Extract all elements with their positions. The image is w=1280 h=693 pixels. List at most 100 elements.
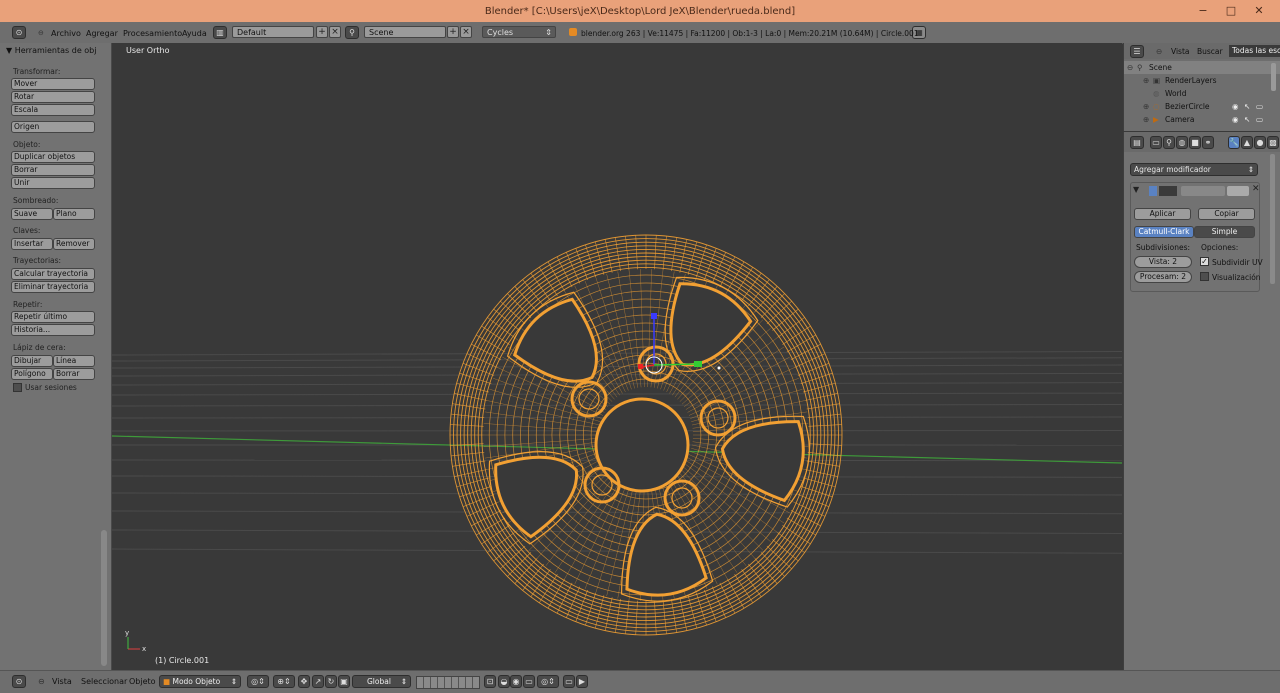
- outliner-view-menu[interactable]: Vista: [1171, 47, 1190, 56]
- eye-icon[interactable]: ◉: [1232, 102, 1239, 111]
- remove-layout-button[interactable]: ×: [329, 26, 341, 38]
- use-sessions-checkbox[interactable]: [13, 383, 22, 392]
- object-menu[interactable]: Objeto: [129, 677, 156, 686]
- expand-icon[interactable]: ⊕: [1143, 102, 1149, 111]
- editor-type-icon[interactable]: ⊙: [12, 26, 26, 39]
- translate-manipulator-icon[interactable]: ↗: [312, 675, 324, 688]
- render-still-icon[interactable]: ▭: [563, 675, 575, 688]
- camera-render-icon[interactable]: ▭: [1256, 115, 1263, 124]
- modifier-visibility-toggles[interactable]: [1181, 186, 1225, 196]
- origin-button[interactable]: Origen: [11, 121, 95, 133]
- material-tab-icon[interactable]: ●: [1254, 136, 1266, 149]
- scale-button[interactable]: Escala: [11, 104, 95, 116]
- add-scene-button[interactable]: +: [447, 26, 459, 38]
- outliner-row-world[interactable]: ◍ World: [1124, 87, 1280, 100]
- expand-icon[interactable]: ⊕: [1143, 115, 1149, 124]
- select-menu[interactable]: Seleccionar: [81, 677, 127, 686]
- manipulator-toggle-icon[interactable]: ✥: [298, 675, 310, 688]
- texture-tab-icon[interactable]: ▩: [1267, 136, 1279, 149]
- outliner-row-camera[interactable]: ⊕ ▶ Camera ◉ ↖ ▭: [1124, 113, 1280, 126]
- subdivide-uv-checkbox[interactable]: ✓: [1200, 257, 1209, 266]
- screen-layout-field[interactable]: Default: [232, 26, 314, 38]
- view-levels-field[interactable]: Vista: 2: [1134, 256, 1192, 268]
- insert-key-button[interactable]: Insertar: [11, 238, 53, 250]
- editor-type-icon[interactable]: ⊙: [12, 675, 26, 688]
- 3d-viewport[interactable]: xy: [112, 43, 1122, 670]
- optimal-display-checkbox[interactable]: [1200, 272, 1209, 281]
- proportional-edit-select[interactable]: ◎⇕: [537, 675, 559, 688]
- collapse-menus-icon[interactable]: ⊖: [38, 677, 45, 686]
- outliner-editor-icon[interactable]: ☰: [1130, 45, 1144, 58]
- modifier-tab-icon[interactable]: 🔧: [1228, 136, 1240, 149]
- outliner-search-menu[interactable]: Buscar: [1197, 47, 1223, 56]
- move-button[interactable]: Mover: [11, 78, 95, 90]
- modifier-name-field[interactable]: [1159, 186, 1177, 196]
- outliner-scrollbar[interactable]: [1271, 63, 1276, 91]
- menu-agregar[interactable]: Agregar: [86, 29, 118, 38]
- snap-icon[interactable]: ◒: [498, 675, 510, 688]
- remove-key-button[interactable]: Remover: [53, 238, 95, 250]
- menu-ayuda[interactable]: Ayuda: [182, 29, 207, 38]
- render-levels-field[interactable]: Procesam: 2: [1134, 271, 1192, 283]
- rotate-button[interactable]: Rotar: [11, 91, 95, 103]
- maximize-button[interactable]: □: [1218, 2, 1244, 18]
- copy-button[interactable]: Copiar: [1198, 208, 1255, 220]
- polygon-button[interactable]: Polígono: [11, 368, 53, 380]
- pivot-point-select[interactable]: ⊕⇕: [273, 675, 295, 688]
- erase-button[interactable]: Borrar: [53, 368, 95, 380]
- outliner-row-scene[interactable]: ⊖ ⚲ Scene: [1124, 61, 1280, 74]
- join-button[interactable]: Unir: [11, 177, 95, 189]
- menu-archivo[interactable]: Archivo: [51, 29, 81, 38]
- outliner-row-renderlayers[interactable]: ⊕ ▣ RenderLayers: [1124, 74, 1280, 87]
- mode-select[interactable]: ■ Modo Objeto ⇕: [159, 675, 241, 688]
- history-button[interactable]: Historia...: [11, 324, 95, 336]
- simple-button[interactable]: Simple: [1194, 226, 1255, 238]
- cursor-icon[interactable]: ↖: [1244, 102, 1250, 111]
- cursor-icon[interactable]: ↖: [1244, 115, 1250, 124]
- layer-buttons[interactable]: [416, 676, 480, 689]
- screen-layout-icon[interactable]: ▥: [213, 26, 227, 39]
- calculate-path-button[interactable]: Calcular trayectoria: [11, 268, 95, 280]
- properties-scrollbar[interactable]: [1270, 154, 1275, 284]
- view-menu[interactable]: Vista: [52, 677, 72, 686]
- snap-element-icon[interactable]: ▭: [523, 675, 535, 688]
- delete-button[interactable]: Borrar: [11, 164, 95, 176]
- flat-button[interactable]: Plano: [53, 208, 95, 220]
- line-button[interactable]: Línea: [53, 355, 95, 367]
- menu-procesamiento[interactable]: Procesamiento: [123, 29, 182, 38]
- object-tab-icon[interactable]: ■: [1189, 136, 1201, 149]
- constraint-tab-icon[interactable]: ⚭: [1202, 136, 1214, 149]
- render-anim-icon[interactable]: ▶: [576, 675, 588, 688]
- add-layout-button[interactable]: +: [316, 26, 328, 38]
- rotate-manipulator-icon[interactable]: ↻: [325, 675, 337, 688]
- smooth-button[interactable]: Suave: [11, 208, 53, 220]
- modifier-move-arrows[interactable]: [1227, 186, 1249, 196]
- outliner-collapse-icon[interactable]: ⊖: [1156, 47, 1162, 56]
- wheel-mesh-wireframe[interactable]: [450, 235, 842, 635]
- outliner-row-beziercircle[interactable]: ⊕ ◌ BezierCircle ◉ ↖ ▭: [1124, 100, 1280, 113]
- lock-layers-icon[interactable]: ⊡: [484, 675, 496, 688]
- eye-icon[interactable]: ◉: [1232, 115, 1239, 124]
- expand-icon[interactable]: ⊕: [1143, 76, 1149, 85]
- expand-icon[interactable]: ⊖: [1127, 63, 1133, 72]
- scene-icon[interactable]: ⚲: [345, 26, 359, 39]
- collapse-menus-icon[interactable]: ⊖: [38, 29, 44, 37]
- draw-button[interactable]: Dibujar: [11, 355, 53, 367]
- tool-shelf-title[interactable]: ▼ Herramientas de obj: [6, 46, 96, 55]
- outliner-filter-select[interactable]: Todas las esc: [1229, 45, 1280, 57]
- catmull-clark-button[interactable]: Catmull-Clark: [1134, 226, 1194, 238]
- properties-editor-icon[interactable]: ▤: [1130, 136, 1144, 149]
- clear-path-button[interactable]: Eliminar trayectoria: [11, 281, 95, 293]
- scale-manipulator-icon[interactable]: ▣: [338, 675, 350, 688]
- tool-shelf-scrollbar[interactable]: [101, 530, 107, 666]
- world-tab-icon[interactable]: ◍: [1176, 136, 1188, 149]
- apply-button[interactable]: Aplicar: [1134, 208, 1191, 220]
- repeat-last-button[interactable]: Repetir último: [11, 311, 95, 323]
- add-modifier-select[interactable]: Agregar modificador ⇕: [1130, 163, 1258, 176]
- remove-scene-button[interactable]: ×: [460, 26, 472, 38]
- collapse-triangle-icon[interactable]: ▼: [1133, 185, 1139, 194]
- viewport-shading-select[interactable]: ◎⇕: [247, 675, 269, 688]
- minimize-button[interactable]: −: [1190, 2, 1216, 18]
- render-engine-select[interactable]: Cycles ⇕: [482, 26, 556, 38]
- transform-orientation-select[interactable]: Global ⇕: [352, 675, 411, 688]
